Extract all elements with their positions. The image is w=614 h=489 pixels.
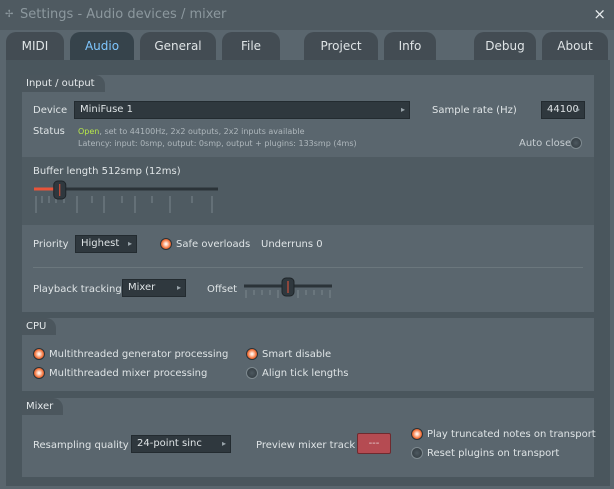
chevron-right-icon: ▸ [127,239,132,248]
preview-mixer-track-button[interactable]: --- [357,433,391,454]
cpu-panel: CPU Multithreaded generator processing M… [22,318,594,391]
chevron-right-icon: ▸ [400,105,405,114]
chevron-right-icon: ▸ [176,283,181,292]
title-bar: ✢ Settings - Audio devices / mixer × [0,0,614,30]
offset-slider[interactable] [242,277,334,303]
tab-general[interactable]: General [140,32,216,60]
playback-label: Playback tracking [33,284,122,295]
status-label: Status [33,126,65,137]
sample-rate-select[interactable]: 44100 ▸ [541,101,585,119]
tab-info[interactable]: Info [384,32,436,60]
reset-plugins-label: Reset plugins on transport [427,448,560,459]
multi-mixer-label: Multithreaded mixer processing [49,368,208,379]
resampling-value: 24-point sinc [137,438,202,449]
separator [33,267,583,268]
tab-project[interactable]: Project [304,32,378,60]
mixer-header: Mixer [22,398,64,415]
mixer-panel: Mixer Resampling quality 24-point sinc ▸… [22,398,596,477]
align-tick-label: Align tick lengths [262,368,349,379]
align-tick-radio[interactable] [246,367,258,379]
multi-gen-label: Multithreaded generator processing [49,349,229,360]
tab-midi[interactable]: MIDI [6,32,64,60]
play-truncated-label: Play truncated notes on transport [427,429,596,440]
reset-plugins-radio[interactable] [411,447,423,459]
settings-content: Input / output Device MiniFuse 1 ▸ Sampl… [6,60,610,486]
status-details: , set to 44100Hz, 2x2 outputs, 2x2 input… [99,127,305,136]
device-value: MiniFuse 1 [80,104,133,115]
safe-overloads-label: Safe overloads [176,239,251,250]
tab-bar: MIDI Audio General File Project Info Deb… [0,30,614,60]
resampling-label: Resampling quality [33,440,129,451]
tab-file[interactable]: File [222,32,280,60]
window-title: Settings - Audio devices / mixer [20,7,227,22]
buffer-slider[interactable] [32,179,222,219]
drag-icon[interactable]: ✢ [5,9,13,20]
status-line: Open, set to 44100Hz, 2x2 outputs, 2x2 i… [78,127,305,136]
smart-disable-radio[interactable] [246,348,258,360]
cpu-header: CPU [22,318,57,335]
smart-disable-label: Smart disable [262,349,332,360]
auto-close-label: Auto close [519,138,572,149]
sample-rate-label: Sample rate (Hz) [432,105,517,116]
resampling-select[interactable]: 24-point sinc ▸ [131,435,231,453]
priority-select[interactable]: Highest ▸ [75,235,137,253]
tab-debug[interactable]: Debug [474,32,536,60]
chevron-right-icon: ▸ [221,439,226,448]
tab-about[interactable]: About [542,32,608,60]
playback-select[interactable]: Mixer ▸ [122,279,186,297]
underruns-label: Underruns 0 [261,239,323,250]
close-icon[interactable]: × [593,5,606,23]
io-header: Input / output [22,75,105,92]
chevron-right-icon: ▸ [575,105,580,114]
playback-value: Mixer [128,282,156,293]
status-open: Open [78,127,100,136]
io-panel: Input / output Device MiniFuse 1 ▸ Sampl… [22,75,594,312]
tab-audio[interactable]: Audio [70,32,134,60]
multi-gen-radio[interactable] [33,348,45,360]
priority-value: Highest [81,238,120,249]
priority-label: Priority [33,239,69,250]
device-label: Device [33,105,68,116]
device-select[interactable]: MiniFuse 1 ▸ [74,101,410,119]
preview-label: Preview mixer track [256,440,356,451]
safe-overloads-radio[interactable] [160,238,172,250]
play-truncated-radio[interactable] [411,428,423,440]
auto-close-radio[interactable] [570,137,582,149]
buffer-label: Buffer length 512smp (12ms) [33,166,181,177]
multi-mixer-radio[interactable] [33,367,45,379]
offset-label: Offset [207,284,238,295]
sample-rate-value: 44100 [547,104,579,115]
latency-text: Latency: input: 0smp, output: 0smp, outp… [78,139,357,148]
